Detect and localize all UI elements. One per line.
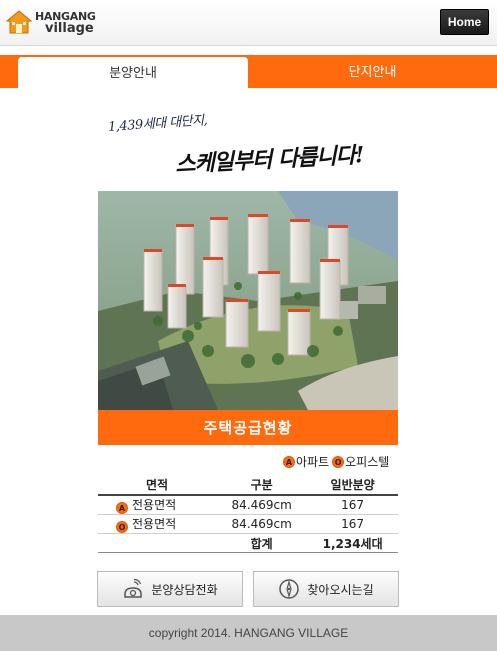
table-cell-area: O 전용면적 bbox=[98, 514, 217, 534]
table-cell-area: A 전용면적 bbox=[98, 495, 217, 515]
total-label: 합계 bbox=[216, 533, 308, 553]
table-row: A 전용면적 84.469cm 167 bbox=[98, 495, 398, 515]
area-label: 전용면적 bbox=[132, 498, 177, 512]
legend-apartment-label: 아파트 bbox=[296, 455, 330, 469]
column-header-general-sale: 일반분양 bbox=[307, 474, 398, 496]
table-cell-count: 167 bbox=[307, 514, 398, 534]
tab-sales-info[interactable]: 분양안내 bbox=[18, 57, 248, 88]
apartment-complex-image bbox=[98, 191, 398, 410]
directions-button[interactable]: 찾아오시는길 bbox=[253, 571, 399, 607]
compass-icon bbox=[279, 579, 300, 599]
supply-table: 면적 구분 일반분양 A 전용면적 84.469cm 167 O 전용면적 84.4… bbox=[98, 474, 398, 553]
sales-consultation-call-button[interactable]: 분양상담전화 bbox=[97, 571, 243, 607]
column-header-area: 면적 bbox=[98, 474, 217, 496]
officetel-badge-icon: O bbox=[116, 521, 128, 533]
tab-bar: 분양안내 단지안내 bbox=[0, 55, 497, 88]
housing-supply-banner: 주택공급현황 bbox=[98, 410, 398, 445]
apartment-badge-icon: A bbox=[283, 455, 295, 468]
tab-complex-info[interactable]: 단지안내 bbox=[248, 55, 497, 88]
table-cell-type: 84.469cm bbox=[216, 514, 308, 534]
table-total-row: 합계 1,234세대 bbox=[98, 533, 398, 553]
column-header-type: 구분 bbox=[216, 474, 308, 496]
officetel-badge-icon: O bbox=[332, 455, 345, 468]
footer-copyright: copyright 2014. HANGANG VILLAGE bbox=[0, 615, 497, 651]
call-button-label: 분양상담전화 bbox=[151, 582, 218, 597]
header: HANGANG village Home bbox=[0, 0, 497, 46]
logo-text-village: village bbox=[45, 21, 94, 36]
house-icon bbox=[6, 10, 32, 34]
table-header-row: 면적 구분 일반분양 bbox=[98, 474, 398, 496]
logo[interactable]: HANGANG village bbox=[6, 9, 96, 37]
legend-officetel-label: 오피스텔 bbox=[345, 455, 390, 469]
total-value: 1,234세대 bbox=[307, 533, 398, 553]
table-cell-count: 167 bbox=[307, 495, 398, 515]
phone-icon bbox=[124, 578, 143, 598]
legend: A 아파트 O 오피스텔 bbox=[283, 453, 389, 470]
slogan-line-1: 1,439세대 대단지, bbox=[107, 113, 208, 135]
directions-button-label: 찾아오시는길 bbox=[307, 582, 374, 597]
home-button[interactable]: Home bbox=[440, 9, 489, 35]
slogan-line-2: 스케일부터 다릅니다! bbox=[174, 142, 365, 178]
apartment-complex-illustration bbox=[98, 191, 398, 410]
table-cell-type: 84.469cm bbox=[216, 495, 308, 515]
table-row: O 전용면적 84.469cm 167 bbox=[98, 514, 398, 534]
area-label: 전용면적 bbox=[132, 517, 177, 531]
apartment-badge-icon: A bbox=[116, 502, 128, 514]
